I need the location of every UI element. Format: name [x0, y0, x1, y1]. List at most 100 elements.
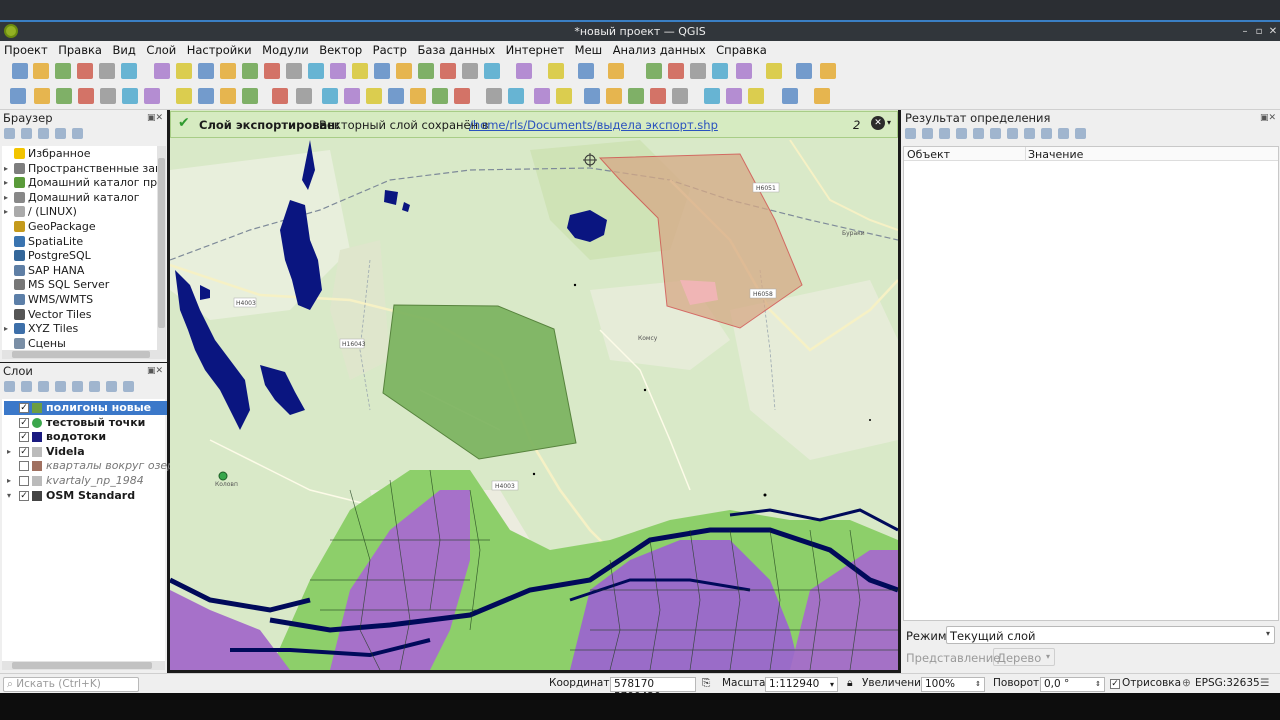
- panel-float-close-icon[interactable]: ▣✕: [147, 113, 163, 123]
- crs-button[interactable]: EPSG:32635: [1195, 677, 1260, 692]
- new-project-icon[interactable]: [12, 63, 28, 79]
- new-bookmark-icon[interactable]: [374, 63, 390, 79]
- layer-visibility-checkbox[interactable]: ✓: [19, 432, 29, 443]
- pan-icon[interactable]: [154, 63, 170, 79]
- expand-arrow-icon[interactable]: ▸: [7, 474, 11, 488]
- label-icon[interactable]: [454, 88, 470, 104]
- move-feature-icon[interactable]: [296, 88, 312, 104]
- menu-raster[interactable]: Растр: [370, 41, 410, 59]
- layer-visibility-checkbox[interactable]: ✓: [19, 417, 29, 428]
- collapse-icon[interactable]: [922, 128, 933, 139]
- layer-item[interactable]: ▸ ✓ Videla: [4, 445, 167, 459]
- zoom-native-icon[interactable]: [308, 63, 324, 79]
- speech-bubble-icon[interactable]: [796, 63, 812, 79]
- label-change-icon[interactable]: [584, 88, 600, 104]
- label-toolbar-icon[interactable]: [628, 88, 644, 104]
- add-raster-icon[interactable]: [78, 88, 94, 104]
- add-group-icon[interactable]: [21, 381, 32, 392]
- layer-item[interactable]: ✓ полигоны новые: [4, 401, 167, 415]
- copy-icon[interactable]: [1007, 128, 1018, 139]
- zoom-full-icon[interactable]: [242, 63, 258, 79]
- close-window-button[interactable]: ✕: [1266, 22, 1280, 41]
- layer-item[interactable]: кварталы вокруг озер: [4, 459, 174, 473]
- magnifier-icon[interactable]: [820, 63, 836, 79]
- browser-tree[interactable]: Избранное ▸ Пространственные закл ▸ Домашний…: [2, 146, 157, 350]
- label-show-icon[interactable]: [508, 88, 524, 104]
- browser-vertical-scrollbar[interactable]: [157, 146, 166, 350]
- data-source-icon[interactable]: [10, 88, 26, 104]
- save-edits-icon[interactable]: [220, 88, 236, 104]
- measure-icon[interactable]: [668, 63, 684, 79]
- help-icon[interactable]: [814, 88, 830, 104]
- print-icon[interactable]: [1024, 128, 1035, 139]
- attribute-table-icon[interactable]: [578, 63, 594, 79]
- open-project-icon[interactable]: [33, 63, 49, 79]
- browser-horizontal-scrollbar[interactable]: [2, 350, 166, 359]
- label-pin-icon[interactable]: [486, 88, 502, 104]
- expand-arrow-icon[interactable]: ▾: [7, 489, 11, 503]
- menu-layer[interactable]: Слой: [143, 41, 179, 59]
- menu-web[interactable]: Интернет: [503, 41, 568, 59]
- expand-arrow-icon[interactable]: ▸: [7, 445, 11, 459]
- python-icon[interactable]: [782, 88, 798, 104]
- identify-results-table[interactable]: Объект Значение: [903, 146, 1279, 621]
- messages-icon[interactable]: ☰: [1260, 677, 1269, 692]
- zoom-layer-icon[interactable]: [286, 63, 302, 79]
- scale-combo[interactable]: 1:112940 ▾: [765, 677, 838, 692]
- clear-icon[interactable]: [990, 128, 1001, 139]
- deselect-icon[interactable]: [516, 63, 532, 79]
- minimize-button[interactable]: –: [1238, 22, 1252, 41]
- layer-visibility-checkbox[interactable]: ✓: [19, 403, 29, 413]
- temporal-icon[interactable]: [418, 63, 434, 79]
- expand-tree-icon[interactable]: [939, 128, 950, 139]
- panel-float-close-icon[interactable]: ▣✕: [1260, 113, 1276, 123]
- label-move-icon[interactable]: [534, 88, 550, 104]
- expand-arrow-icon[interactable]: ▸: [4, 190, 8, 205]
- add-selected-icon[interactable]: [4, 128, 15, 139]
- digitize-icon[interactable]: [242, 88, 258, 104]
- menu-help[interactable]: Справка: [713, 41, 770, 59]
- globe-icon[interactable]: [704, 88, 720, 104]
- expand-arrow-icon[interactable]: ▸: [4, 204, 8, 219]
- globe-search-icon[interactable]: [726, 88, 742, 104]
- expand-icon[interactable]: [905, 128, 916, 139]
- new-layer-icon[interactable]: [144, 88, 160, 104]
- toggle-extents-icon[interactable]: ⎘: [702, 677, 710, 692]
- cut-icon[interactable]: [344, 88, 360, 104]
- highlight-icon[interactable]: [973, 128, 984, 139]
- identify-mode-icon[interactable]: [1058, 128, 1069, 139]
- toggle-edit-icon[interactable]: [198, 88, 214, 104]
- map-canvas[interactable]: Н6051 Н6058 Н4003 Н4003 Н16043 Комсу Кол…: [170, 110, 898, 670]
- layers-horizontal-scrollbar[interactable]: [2, 661, 165, 670]
- layer-visibility-checkbox[interactable]: [19, 461, 29, 472]
- diagram-icon[interactable]: [606, 88, 622, 104]
- maximize-button[interactable]: ▫: [1252, 22, 1266, 41]
- sum-icon[interactable]: [646, 63, 662, 79]
- remove-layer-icon[interactable]: [123, 381, 134, 392]
- visibility-icon[interactable]: [38, 381, 49, 392]
- show-bookmarks-icon[interactable]: [396, 63, 412, 79]
- coordinate-field[interactable]: 578170 5790420: [610, 677, 696, 703]
- layer-visibility-checkbox[interactable]: [19, 476, 29, 486]
- label-rotate-icon[interactable]: [556, 88, 572, 104]
- menu-view[interactable]: Вид: [109, 41, 138, 59]
- expand-all-icon[interactable]: [89, 381, 100, 392]
- add-vector-icon[interactable]: [56, 88, 72, 104]
- vertex-tool-icon[interactable]: [272, 88, 288, 104]
- globe-settings-icon[interactable]: [748, 88, 764, 104]
- zoom-tool-icon[interactable]: [736, 63, 752, 79]
- menu-processing[interactable]: Анализ данных: [610, 41, 709, 59]
- layer-item[interactable]: ▾ ✓ OSM Standard: [4, 489, 167, 503]
- layer-visibility-checkbox[interactable]: ✓: [19, 446, 29, 457]
- locator-search-input[interactable]: ⌕ Искать (Ctrl+K): [3, 677, 139, 692]
- column-value[interactable]: Значение: [1028, 148, 1083, 161]
- zoom-next-icon[interactable]: [352, 63, 368, 79]
- zoom-out-icon[interactable]: [220, 63, 236, 79]
- mode-select[interactable]: Текущий слой ▾: [946, 626, 1275, 644]
- pan-to-selection-icon[interactable]: [176, 63, 192, 79]
- help-icon[interactable]: [1075, 128, 1086, 139]
- layer-visibility-checkbox[interactable]: ✓: [19, 490, 29, 501]
- filter-icon[interactable]: [55, 381, 66, 392]
- collapse-icon[interactable]: [55, 128, 66, 139]
- map-tips-icon[interactable]: [712, 63, 728, 79]
